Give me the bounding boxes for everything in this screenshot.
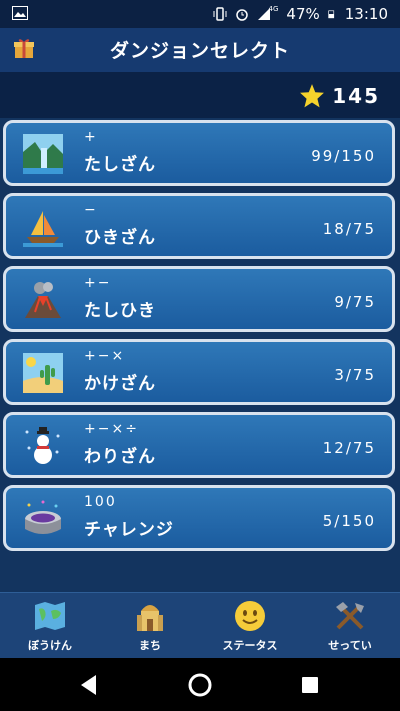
recents-icon[interactable] <box>297 672 323 698</box>
dungeon-card-kakezan[interactable]: +−× かけざん 3/75 <box>3 339 395 405</box>
dungeon-operators: +−×÷ <box>84 421 139 437</box>
nav-label: ぼうけん <box>28 639 72 652</box>
clock: 13:10 <box>344 5 388 23</box>
dungeon-progress: 18/75 <box>322 220 376 238</box>
star-counter-bar: 145 <box>0 72 400 118</box>
dungeon-progress: 9/75 <box>334 293 376 311</box>
tools-icon <box>336 602 364 630</box>
dungeon-card-warizan[interactable]: +−×÷ わりざん 12/75 <box>3 412 395 478</box>
app-header: ダンジョンセレクト <box>0 28 400 73</box>
dungeon-card-tashihiki[interactable]: +− たしひき 9/75 <box>3 266 395 332</box>
dungeon-list: + たしざん 99/150 − ひきざん 18/75 +− たしひき 9/75 <box>0 118 400 592</box>
snowman-icon <box>25 427 60 464</box>
sailboat-icon <box>23 211 63 247</box>
dungeon-operators: 100 <box>84 494 117 510</box>
dungeon-name: ひきざん <box>84 228 156 248</box>
network-type: 4G <box>268 5 279 13</box>
stadium-icon <box>25 500 61 534</box>
battery-level: 47% <box>286 5 320 23</box>
dungeon-progress: 3/75 <box>334 366 376 384</box>
star-count: 145 <box>332 84 380 108</box>
dungeon-operators: + <box>84 129 98 145</box>
status-bar: 4G 47% 13:10 <box>0 0 400 28</box>
nav-adventure[interactable]: ぼうけん <box>0 593 100 659</box>
town-icon <box>137 605 163 631</box>
dungeon-operators: +− <box>84 275 112 291</box>
page-title: ダンジョンセレクト <box>109 40 290 62</box>
dungeon-name: わりざん <box>84 447 156 467</box>
dungeon-operators: +−× <box>84 348 126 364</box>
map-icon <box>35 602 65 630</box>
dungeon-card-challenge[interactable]: 100 チャレンジ 5/150 <box>3 485 395 551</box>
dungeon-operators: − <box>84 202 98 218</box>
nav-status[interactable]: ステータス <box>200 593 300 659</box>
volcano-icon <box>25 282 61 318</box>
system-nav-bar <box>0 658 400 711</box>
dungeon-progress: 99/150 <box>311 147 376 165</box>
dungeon-progress: 5/150 <box>322 512 376 530</box>
battery-icon <box>328 10 334 19</box>
back-icon[interactable] <box>76 672 102 698</box>
image-notification-icon <box>12 6 28 20</box>
waterfall-icon <box>23 134 63 174</box>
dungeon-name: たしひき <box>84 301 156 321</box>
smiley-icon <box>235 601 265 631</box>
dungeon-name: チャレンジ <box>84 520 174 540</box>
vibrate-icon <box>213 7 227 21</box>
home-icon[interactable] <box>187 672 213 698</box>
nav-town[interactable]: まち <box>100 593 200 659</box>
star-icon <box>300 84 324 108</box>
nav-settings[interactable]: せってい <box>300 593 400 659</box>
bottom-nav: ぼうけん まち ステータス せってい <box>0 592 400 659</box>
dungeon-name: かけざん <box>84 374 156 394</box>
dungeon-card-hikizan[interactable]: − ひきざん 18/75 <box>3 193 395 259</box>
desert-icon <box>23 353 63 393</box>
alarm-icon <box>235 9 248 21</box>
dungeon-card-tashizan[interactable]: + たしざん 99/150 <box>3 120 395 186</box>
nav-label: せってい <box>328 639 372 652</box>
dungeon-name: たしざん <box>84 155 156 175</box>
nav-label: まち <box>139 639 161 652</box>
dungeon-progress: 12/75 <box>322 439 376 457</box>
nav-label: ステータス <box>222 639 278 652</box>
